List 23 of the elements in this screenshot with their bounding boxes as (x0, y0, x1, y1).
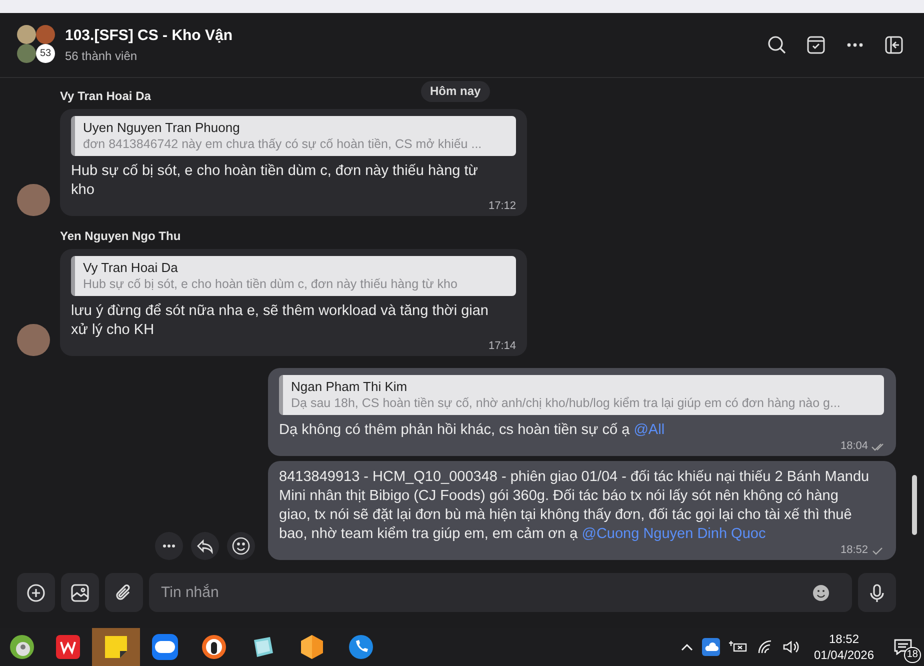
message-time: 18:52 (840, 544, 868, 557)
quote-author: Vy Tran Hoai Da (83, 260, 179, 276)
chat-title: 103.[SFS] CS - Kho Vận (65, 26, 233, 46)
quote-text: Hub sự cố bị sót, e cho hoàn tiền dùm c, đơn này thiếu hàng từ kho (83, 276, 458, 292)
message-time: 18:04 (840, 440, 868, 453)
member-count: 56 thành viên (65, 48, 138, 64)
message-text: Hub sự cố bị sót, e cho hoàn tiền dùm c, đơn này thiếu hàng từ kho (71, 162, 479, 200)
message-text: Dạ không có thêm phản hồi khác, cs hoàn tiền sự cố ạ @All (279, 421, 666, 440)
quote-author: Uyen Nguyen Tran Phuong (83, 120, 241, 136)
quote-author: Ngan Pham Thi Kim (291, 379, 408, 395)
quote-text: đơn 8413846742 này em chưa thấy có sự cố hoàn tiền, CS mở khiếu ... (83, 136, 483, 152)
sender-name: Yen Nguyen Ngo Thu (60, 228, 181, 244)
message-time: 17:12 (488, 200, 516, 213)
notification-count: 18 (904, 647, 921, 663)
member-count-badge: 53 (36, 44, 55, 63)
sender-name: Vy Tran Hoai Da (60, 88, 151, 104)
clock-date[interactable]: 01/04/2026 (814, 647, 874, 663)
clock-time[interactable]: 18:52 (828, 631, 860, 647)
message-input[interactable]: Tin nhắn (149, 573, 852, 612)
message-text: lưu ý đừng để sót nữa nha e, sẽ thêm workload và tăng thời gian xử lý cho KH (71, 302, 490, 340)
quote-text: Dạ sau 18h, CS hoàn tiền sự cố, nhờ anh/chị kho/hub/log kiểm tra lại giúp em có đơn hàng nào g... (291, 395, 842, 411)
message-text: 8413849913 - HCM_Q10_000348 - phiên giao 01/04 - đối tác khiếu nại thiếu 2 Bánh Mandu Mini nhân thịt Bibigo (CJ Foods) gói 360g. Đối tác báo tx nói lấy sót nên không có hàng giao, tx nói sẽ đặt lại đơn bù mà hiện tại không thấy đơn, đối tác gọi lại cho tài xế thì thuê bao, nhờ team kiểm tra giúp em, em cảm ơn ạ @Cuong Nguyen Dinh Quoc (279, 468, 870, 544)
message-time: 17:14 (488, 340, 516, 353)
